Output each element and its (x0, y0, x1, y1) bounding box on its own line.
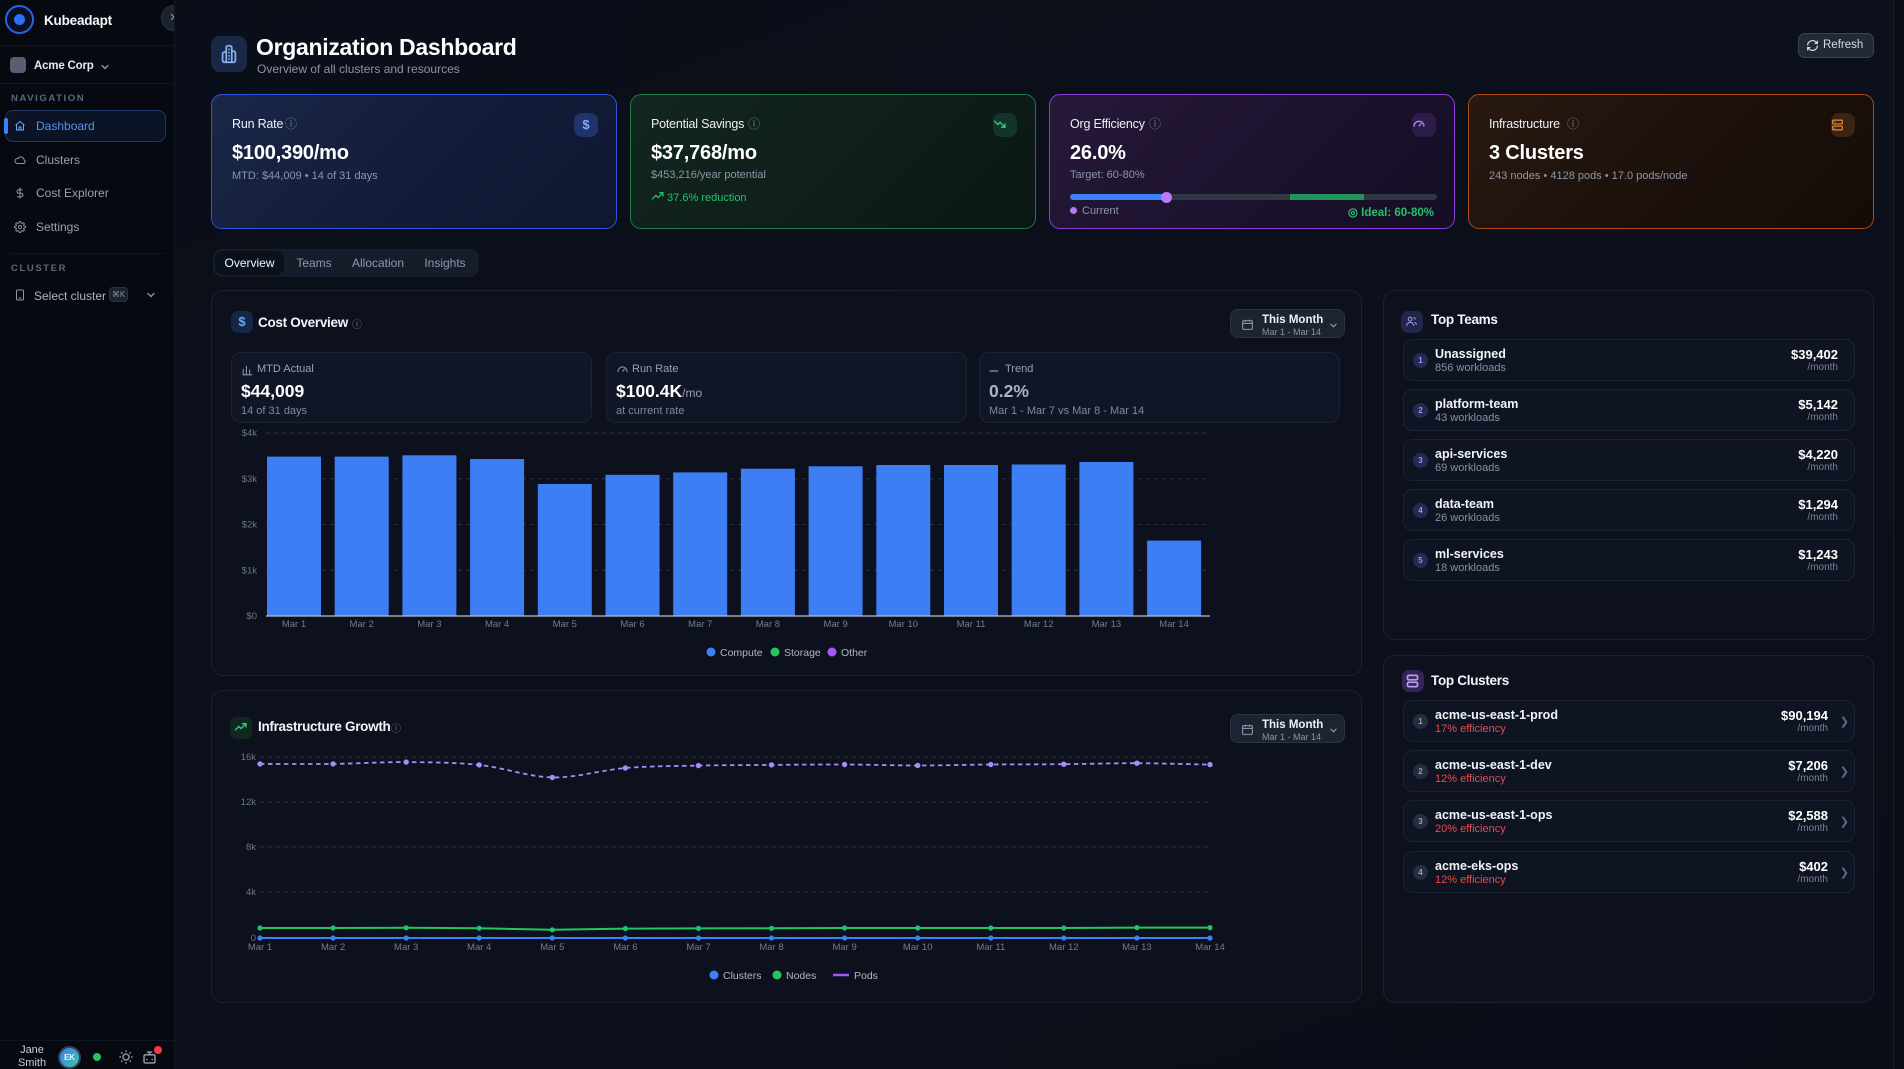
svg-text:Mar 11: Mar 11 (976, 942, 1005, 953)
svg-text:Mar 6: Mar 6 (620, 619, 644, 630)
svg-text:Mar 7: Mar 7 (688, 619, 712, 630)
svg-text:Mar 7: Mar 7 (686, 942, 710, 953)
svg-text:$3k: $3k (242, 474, 258, 485)
svg-text:Mar 4: Mar 4 (467, 942, 491, 953)
svg-text:Mar 6: Mar 6 (613, 942, 637, 953)
svg-text:Mar 11: Mar 11 (957, 619, 986, 630)
svg-text:Mar 5: Mar 5 (553, 619, 577, 630)
svg-text:Other: Other (841, 647, 868, 659)
svg-text:Mar 2: Mar 2 (321, 942, 345, 953)
svg-text:Mar 9: Mar 9 (823, 619, 847, 630)
svg-text:Pods: Pods (854, 970, 878, 982)
svg-text:Clusters: Clusters (723, 970, 762, 982)
svg-text:Storage: Storage (784, 647, 821, 659)
svg-text:Mar 3: Mar 3 (394, 942, 418, 953)
svg-text:Mar 2: Mar 2 (350, 619, 374, 630)
svg-text:$2k: $2k (242, 520, 258, 531)
svg-text:Mar 4: Mar 4 (485, 619, 509, 630)
svg-text:8k: 8k (246, 842, 256, 853)
svg-text:Mar 1: Mar 1 (282, 619, 306, 630)
svg-text:Mar 3: Mar 3 (417, 619, 441, 630)
svg-text:Mar 14: Mar 14 (1195, 942, 1225, 953)
svg-text:4k: 4k (246, 887, 256, 898)
svg-text:Mar 13: Mar 13 (1122, 942, 1152, 953)
svg-text:Mar 10: Mar 10 (903, 942, 933, 953)
svg-text:Mar 10: Mar 10 (889, 619, 919, 630)
svg-text:Mar 1: Mar 1 (248, 942, 272, 953)
svg-text:12k: 12k (241, 797, 257, 808)
svg-text:Mar 9: Mar 9 (832, 942, 856, 953)
svg-text:Mar 8: Mar 8 (759, 942, 783, 953)
svg-text:Compute: Compute (720, 647, 763, 659)
svg-text:$4k: $4k (242, 428, 258, 439)
svg-text:Mar 13: Mar 13 (1092, 619, 1122, 630)
svg-text:16k: 16k (241, 752, 257, 763)
svg-text:Mar 14: Mar 14 (1159, 619, 1189, 630)
svg-text:Nodes: Nodes (786, 970, 816, 982)
svg-text:$1k: $1k (242, 565, 258, 576)
svg-text:Mar 5: Mar 5 (540, 942, 564, 953)
svg-text:Mar 12: Mar 12 (1024, 619, 1054, 630)
svg-text:$0: $0 (246, 611, 257, 622)
svg-text:Mar 12: Mar 12 (1049, 942, 1079, 953)
svg-text:Mar 8: Mar 8 (756, 619, 780, 630)
